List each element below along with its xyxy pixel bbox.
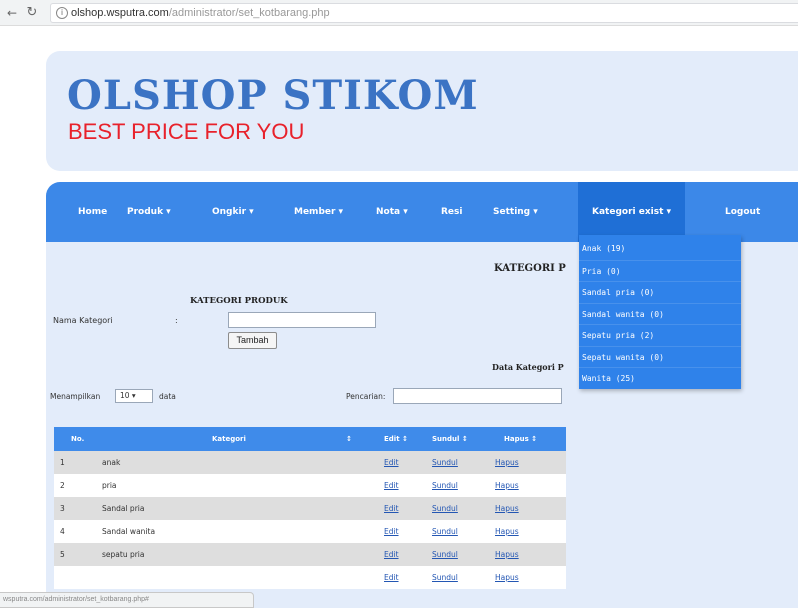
sundul-link[interactable]: Sundul [432, 550, 458, 559]
category-name-input[interactable] [228, 312, 376, 328]
nav-logout[interactable]: Logout [725, 182, 760, 242]
browser-address-bar: ← ↻ i olshop.wsputra.com/administrator/s… [0, 0, 798, 26]
dropdown-item-sandal-pria[interactable]: Sandal pria (0) [579, 281, 741, 303]
nav-resi[interactable]: Resi [441, 182, 462, 242]
cell-no: 4 [60, 527, 65, 536]
url-domain: olshop.wsputra.com [71, 7, 169, 19]
col-sundul[interactable]: Sundul ↕ [432, 427, 468, 451]
category-table: No. Kategori ↕ Edit ↕ Sundul ↕ Hapus ↕ 1… [54, 427, 566, 589]
nav-member[interactable]: Member ▾ [294, 182, 343, 242]
table-header: No. Kategori ↕ Edit ↕ Sundul ↕ Hapus ↕ [54, 427, 566, 451]
show-entries-suffix: data [159, 392, 176, 401]
hapus-link[interactable]: Hapus [495, 481, 519, 490]
form-colon: : [175, 316, 178, 325]
form-title: KATEGORI PRODUK [190, 296, 288, 306]
hapus-link[interactable]: Hapus [495, 573, 519, 582]
nav-produk[interactable]: Produk ▾ [127, 182, 171, 242]
dropdown-item-wanita[interactable]: Wanita (25) [579, 367, 741, 389]
nav-home[interactable]: Home [78, 182, 107, 242]
col-sort-icon[interactable]: ↕ [346, 427, 352, 451]
sundul-link[interactable]: Sundul [432, 504, 458, 513]
dropdown-item-anak[interactable]: Anak (19) [579, 238, 741, 260]
table-row: 3 Sandal pria Edit Sundul Hapus [54, 497, 566, 520]
url-path: /administrator/set_kotbarang.php [168, 7, 330, 19]
nav-kategori-exist[interactable]: Kategori exist ▾ [578, 182, 686, 242]
cell-no: 3 [60, 504, 65, 513]
dropdown-item-sandal-wanita[interactable]: Sandal wanita (0) [579, 302, 741, 325]
nav-setting[interactable]: Setting ▾ [493, 182, 538, 242]
page: OLSHOP STIKOM BEST PRICE FOR YOU Home Pr… [0, 26, 798, 608]
col-no[interactable]: No. [71, 427, 84, 451]
sundul-link[interactable]: Sundul [432, 458, 458, 467]
cell-kategori: Sandal wanita [102, 527, 156, 536]
sundul-link[interactable]: Sundul [432, 527, 458, 536]
edit-link[interactable]: Edit [384, 504, 399, 513]
site-tagline: BEST PRICE FOR YOU [68, 119, 305, 144]
table-row: 5 sepatu pria Edit Sundul Hapus [54, 543, 566, 566]
hapus-link[interactable]: Hapus [495, 550, 519, 559]
hapus-link[interactable]: Hapus [495, 504, 519, 513]
cell-no: 2 [60, 481, 65, 490]
edit-link[interactable]: Edit [384, 527, 399, 536]
hapus-link[interactable]: Hapus [495, 458, 519, 467]
cell-no: 5 [60, 550, 65, 559]
edit-link[interactable]: Edit [384, 573, 399, 582]
table-row: 1 anak Edit Sundul Hapus [54, 451, 566, 474]
table-row: 2 pria Edit Sundul Hapus [54, 474, 566, 497]
category-name-label: Nama Kategori [53, 316, 113, 325]
back-arrow-icon[interactable]: ← [4, 5, 20, 21]
cell-kategori: Sandal pria [102, 504, 145, 513]
col-edit[interactable]: Edit ↕ [384, 427, 408, 451]
table-row: 4 Sandal wanita Edit Sundul Hapus [54, 520, 566, 543]
dropdown-item-sepatu-wanita[interactable]: Sepatu wanita (0) [579, 345, 741, 368]
entries-select[interactable]: 10 ▾ [115, 389, 153, 403]
search-input[interactable] [393, 388, 562, 404]
site-logo[interactable]: OLSHOP STIKOM [67, 73, 479, 119]
content-panel: Home Produk ▾ Ongkir ▾ Member ▾ Nota ▾ R… [46, 182, 798, 608]
info-icon[interactable]: i [56, 7, 68, 19]
dropdown-item-sepatu-pria[interactable]: Sepatu pria (2) [579, 324, 741, 346]
edit-link[interactable]: Edit [384, 481, 399, 490]
browser-status-bar: wsputra.com/administrator/set_kotbarang.… [0, 592, 254, 608]
cell-kategori: pria [102, 481, 117, 490]
add-button[interactable]: Tambah [228, 332, 277, 349]
sundul-link[interactable]: Sundul [432, 573, 458, 582]
dropdown-item-pria[interactable]: Pria (0) [579, 259, 741, 282]
cell-kategori: anak [102, 458, 121, 467]
search-label: Pencarian: [346, 392, 386, 401]
cell-kategori: sepatu pria [102, 550, 145, 559]
kategori-dropdown-menu: Anak (19) Pria (0) Sandal pria (0) Sanda… [579, 235, 741, 389]
main-navbar: Home Produk ▾ Ongkir ▾ Member ▾ Nota ▾ R… [46, 182, 798, 242]
col-kategori[interactable]: Kategori [212, 427, 246, 451]
hapus-link[interactable]: Hapus [495, 527, 519, 536]
nav-ongkir[interactable]: Ongkir ▾ [212, 182, 254, 242]
cell-no: 1 [60, 458, 65, 467]
data-section-title: Data Kategori P [492, 362, 564, 372]
edit-link[interactable]: Edit [384, 458, 399, 467]
reload-icon[interactable]: ↻ [24, 5, 40, 21]
url-field[interactable]: i olshop.wsputra.com/administrator/set_k… [50, 3, 798, 23]
edit-link[interactable]: Edit [384, 550, 399, 559]
page-title: KATEGORI P [494, 263, 566, 274]
table-row: Edit Sundul Hapus [54, 566, 566, 589]
col-hapus[interactable]: Hapus ↕ [504, 427, 537, 451]
show-entries-label: Menampilkan [50, 392, 101, 401]
nav-nota[interactable]: Nota ▾ [376, 182, 408, 242]
sundul-link[interactable]: Sundul [432, 481, 458, 490]
site-header: OLSHOP STIKOM BEST PRICE FOR YOU [46, 51, 798, 171]
